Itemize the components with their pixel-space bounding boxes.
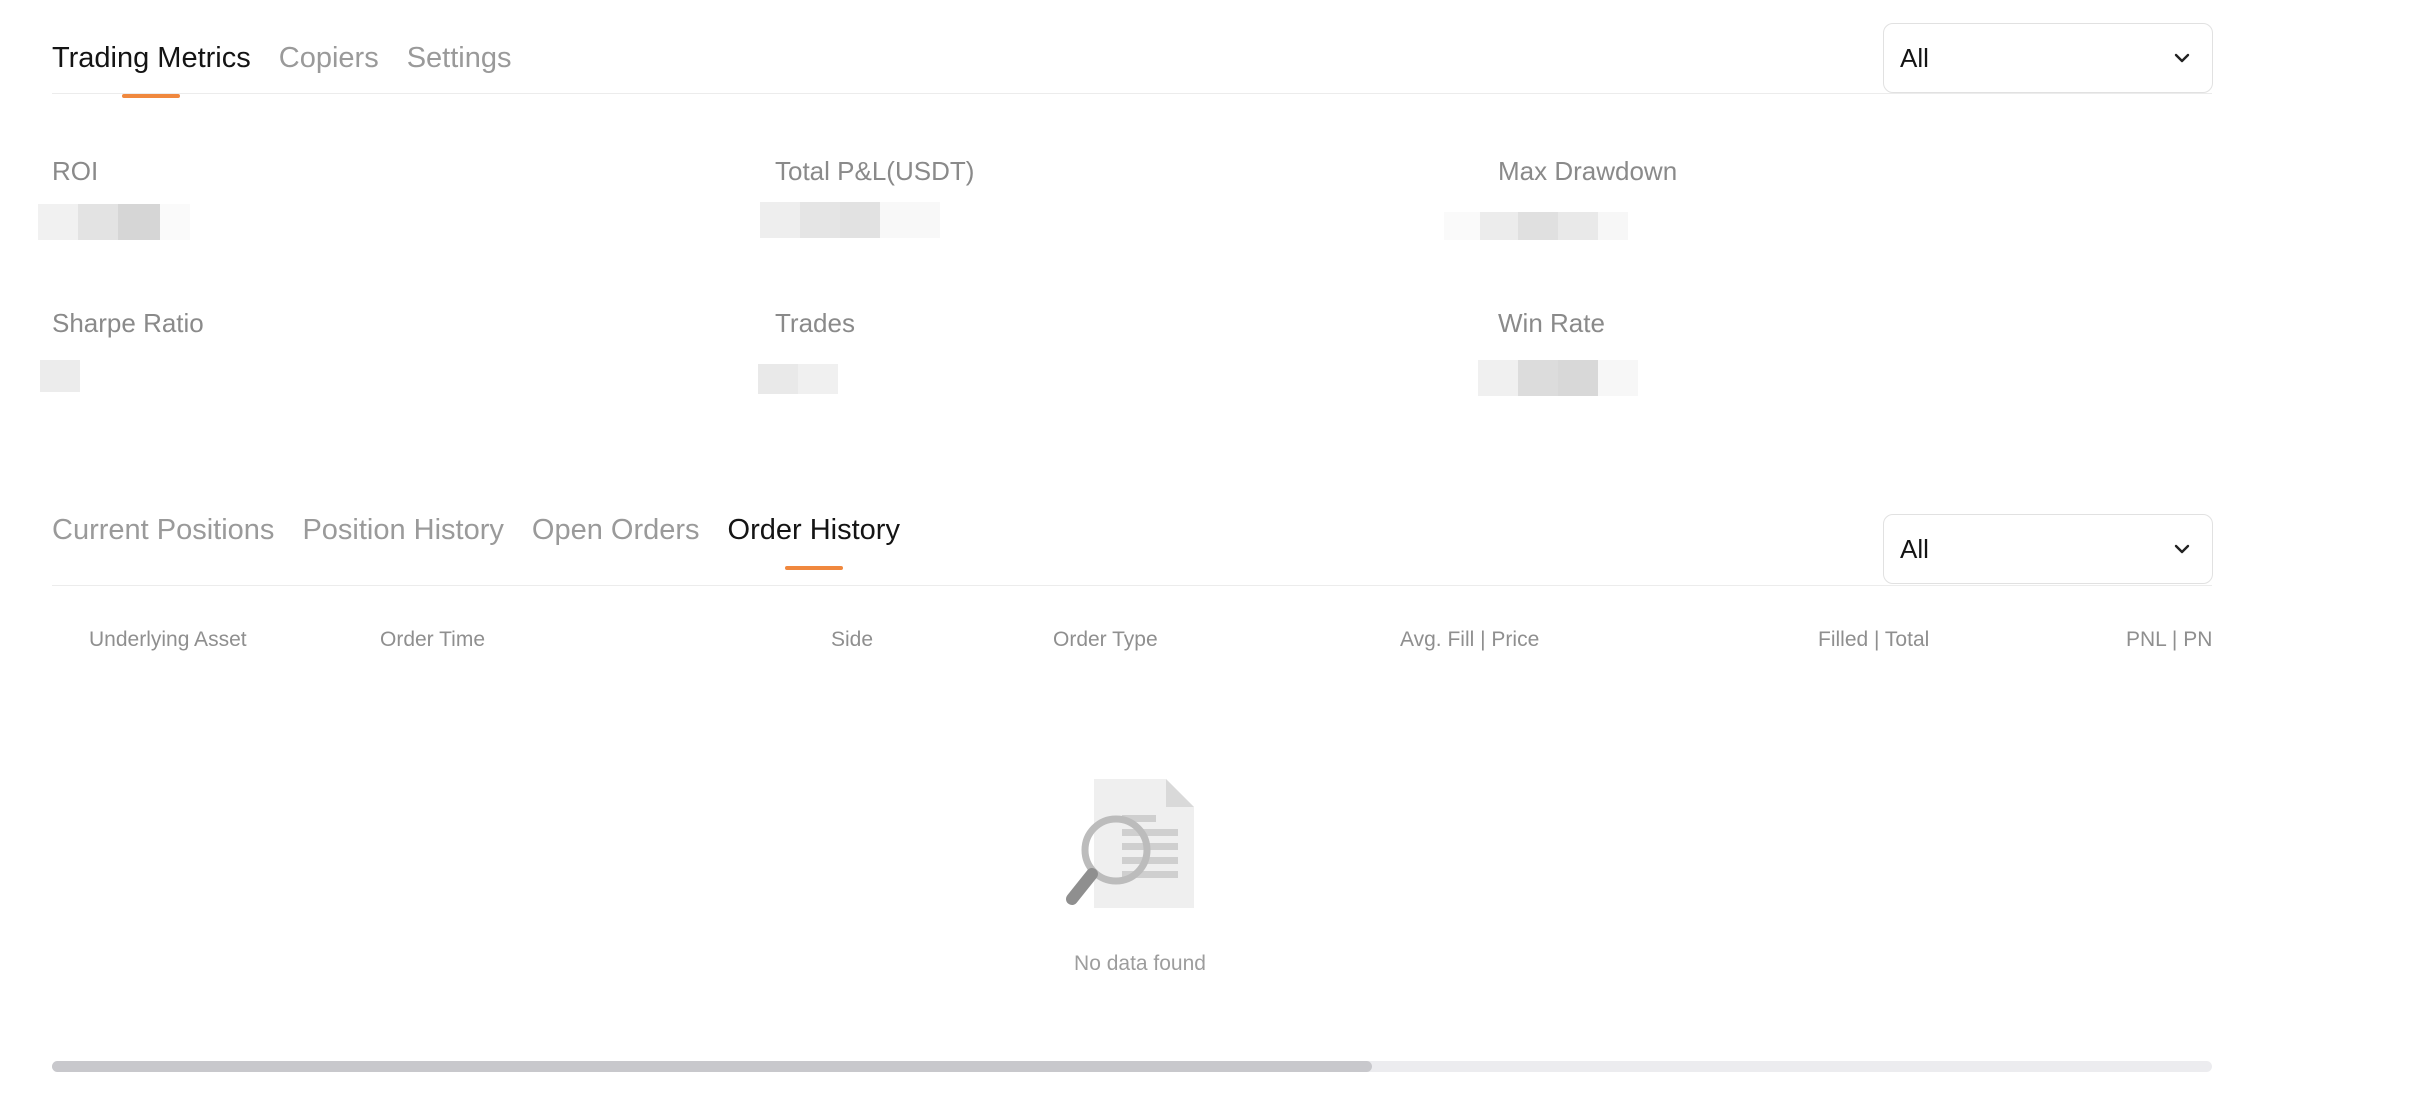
history-filter-value: All: [1900, 533, 1929, 564]
tab-position-history[interactable]: Position History: [302, 508, 503, 552]
max-drawdown-value-redacted: [1444, 212, 1628, 240]
history-tabs: Current Positions Position History Open …: [52, 508, 900, 552]
win-rate-label: Win Rate: [1498, 308, 1605, 338]
header-avg-fill-price: Avg. Fill | Price: [1400, 628, 1540, 651]
total-pnl-label: Total P&L(USDT): [775, 156, 975, 186]
header-underlying-asset: Underlying Asset: [89, 628, 247, 651]
win-rate-value-redacted: [1478, 360, 1638, 396]
history-tabs-divider: [52, 585, 2212, 586]
header-pnl-clip: PNL | PNL: [2126, 628, 2212, 652]
history-filter-select[interactable]: All: [1883, 514, 2213, 584]
header-order-type: Order Type: [1053, 628, 1158, 651]
period-select[interactable]: All: [1883, 23, 2213, 93]
sharpe-ratio-value-redacted: [40, 360, 80, 392]
header-pnl: PNL | PNL: [2126, 628, 2212, 651]
roi-label: ROI: [52, 156, 99, 186]
magnifier-document-icon: [1066, 779, 1194, 908]
header-order-time: Order Time: [380, 628, 486, 651]
header-filled-total: Filled | Total: [1818, 628, 1930, 651]
tab-settings[interactable]: Settings: [407, 36, 512, 80]
tab-trading-metrics[interactable]: Trading Metrics: [52, 36, 251, 80]
tab-current-positions[interactable]: Current Positions: [52, 508, 274, 552]
metrics-tabs: Trading Metrics Copiers Settings: [52, 36, 512, 80]
tabs-divider: [52, 93, 2212, 94]
header-side: Side: [831, 628, 874, 651]
trades-label: Trades: [775, 308, 855, 338]
period-select-value: All: [1900, 42, 1929, 73]
trades-value-redacted: [758, 364, 838, 394]
roi-value-redacted: [38, 204, 190, 240]
total-pnl-value-redacted: [760, 202, 940, 238]
sharpe-ratio-label: Sharpe Ratio: [52, 308, 204, 338]
max-drawdown-label: Max Drawdown: [1498, 156, 1678, 186]
chevron-down-icon: [2174, 53, 2190, 63]
tab-order-history[interactable]: Order History: [728, 508, 900, 552]
empty-state-message: No data found: [1074, 952, 1206, 975]
horizontal-scrollbar-thumb[interactable]: [52, 1061, 1372, 1072]
chevron-down-icon: [2174, 544, 2190, 554]
tab-copiers[interactable]: Copiers: [279, 36, 379, 80]
tab-open-orders[interactable]: Open Orders: [532, 508, 700, 552]
